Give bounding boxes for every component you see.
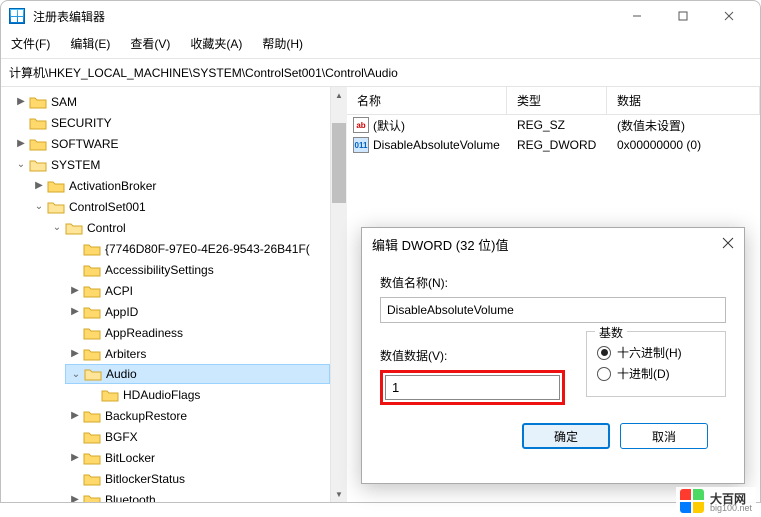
radio-dec[interactable]: 十进制(D) xyxy=(597,365,715,382)
folder-icon xyxy=(47,179,65,193)
chevron-right-icon[interactable]: ▶ xyxy=(69,452,81,463)
tree-item-security[interactable]: SECURITY xyxy=(11,112,330,133)
scrollbar-thumb[interactable] xyxy=(332,123,346,203)
tree-item-acpi[interactable]: ▶ACPI xyxy=(65,280,330,301)
folder-icon xyxy=(29,116,47,130)
tree-item-appreadiness[interactable]: AppReadiness xyxy=(65,322,330,343)
folder-open-icon xyxy=(84,367,102,381)
chevron-right-icon[interactable]: ▶ xyxy=(15,96,27,107)
chevron-right-icon[interactable]: ▶ xyxy=(69,410,81,421)
folder-icon xyxy=(83,326,101,340)
tree-item-system[interactable]: ⌄SYSTEM xyxy=(11,154,330,175)
app-icon xyxy=(9,8,25,24)
chevron-right-icon[interactable]: ▶ xyxy=(69,348,81,359)
tree-item-audio[interactable]: ⌄Audio xyxy=(65,364,330,384)
folder-icon xyxy=(83,263,101,277)
menu-view[interactable]: 查看(V) xyxy=(128,33,172,54)
menu-help[interactable]: 帮助(H) xyxy=(260,33,305,54)
folder-icon xyxy=(83,409,101,423)
list-row[interactable]: ab(默认) REG_SZ (数值未设置) xyxy=(347,115,760,135)
radio-icon xyxy=(597,367,611,381)
value-data-highlight xyxy=(380,370,565,405)
chevron-down-icon[interactable]: ⌄ xyxy=(51,222,63,233)
chevron-right-icon[interactable]: ▶ xyxy=(69,306,81,317)
cancel-button[interactable]: 取消 xyxy=(620,423,708,449)
chevron-down-icon[interactable]: ⌄ xyxy=(33,201,45,212)
tree-item-bitlocker[interactable]: ▶BitLocker xyxy=(65,447,330,468)
tree-item-activationbroker[interactable]: ▶ActivationBroker xyxy=(29,175,330,196)
menu-edit[interactable]: 编辑(E) xyxy=(68,33,112,54)
folder-icon xyxy=(83,242,101,256)
tree-item-hdaudioflags[interactable]: HDAudioFlags xyxy=(83,384,330,405)
base-label: 基数 xyxy=(595,324,627,341)
radio-hex[interactable]: 十六进制(H) xyxy=(597,344,715,361)
chevron-right-icon[interactable]: ▶ xyxy=(15,138,27,149)
chevron-right-icon[interactable]: ▶ xyxy=(33,180,45,191)
column-data[interactable]: 数据 xyxy=(607,87,760,114)
column-name[interactable]: 名称 xyxy=(347,87,507,114)
value-data-input[interactable] xyxy=(385,375,560,400)
minimize-button[interactable] xyxy=(614,1,660,31)
tree-item-control[interactable]: ⌄Control xyxy=(47,217,330,238)
folder-icon xyxy=(83,472,101,486)
chevron-right-icon[interactable]: ▶ xyxy=(69,285,81,296)
tree-item-bgfx[interactable]: BGFX xyxy=(65,426,330,447)
watermark: 大百网 big100.net xyxy=(676,487,756,515)
tree-item-arbiters[interactable]: ▶Arbiters xyxy=(65,343,330,364)
tree-item-sam[interactable]: ▶SAM xyxy=(11,91,330,112)
folder-icon xyxy=(83,284,101,298)
folder-open-icon xyxy=(65,221,83,235)
tree-item-accessibility[interactable]: AccessibilitySettings xyxy=(65,259,330,280)
scroll-down-icon[interactable]: ▼ xyxy=(335,486,343,502)
dword-value-icon: 011 xyxy=(353,137,369,153)
tree-item-guid[interactable]: {7746D80F-97E0-4E26-9543-26B41F( xyxy=(65,238,330,259)
scroll-up-icon[interactable]: ▲ xyxy=(335,87,343,103)
menu-file[interactable]: 文件(F) xyxy=(9,33,52,54)
chevron-down-icon[interactable]: ⌄ xyxy=(15,159,27,170)
chevron-down-icon[interactable]: ⌄ xyxy=(70,369,82,380)
folder-icon xyxy=(29,137,47,151)
dialog-title: 编辑 DWORD (32 位)值 xyxy=(372,235,722,254)
maximize-button[interactable] xyxy=(660,1,706,31)
value-name-input[interactable] xyxy=(380,297,726,323)
chevron-right-icon[interactable]: ▶ xyxy=(69,494,81,502)
string-value-icon: ab xyxy=(353,117,369,133)
ok-button[interactable]: 确定 xyxy=(522,423,610,449)
window-title: 注册表编辑器 xyxy=(33,8,614,25)
folder-icon xyxy=(101,388,119,402)
tree-item-controlset001[interactable]: ⌄ControlSet001 xyxy=(29,196,330,217)
column-type[interactable]: 类型 xyxy=(507,87,607,114)
edit-dword-dialog: 编辑 DWORD (32 位)值 数值名称(N): 数值数据(V): 基数 十六… xyxy=(361,227,745,484)
tree-scrollbar[interactable]: ▲ ▼ xyxy=(331,87,347,502)
value-data-label: 数值数据(V): xyxy=(380,347,566,364)
tree-item-appid[interactable]: ▶AppID xyxy=(65,301,330,322)
folder-open-icon xyxy=(47,200,65,214)
tree-item-software[interactable]: ▶SOFTWARE xyxy=(11,133,330,154)
folder-icon xyxy=(29,95,47,109)
logo-icon xyxy=(680,489,704,513)
close-icon[interactable] xyxy=(722,237,734,252)
list-row[interactable]: 011DisableAbsoluteVolume REG_DWORD 0x000… xyxy=(347,135,760,155)
address-bar[interactable]: 计算机\HKEY_LOCAL_MACHINE\SYSTEM\ControlSet… xyxy=(9,66,398,80)
folder-icon xyxy=(83,451,101,465)
value-name-label: 数值名称(N): xyxy=(380,274,726,291)
close-button[interactable] xyxy=(706,1,752,31)
list-header: 名称 类型 数据 xyxy=(347,87,760,115)
tree-item-backuprestore[interactable]: ▶BackupRestore xyxy=(65,405,330,426)
radio-icon xyxy=(597,346,611,360)
folder-icon xyxy=(83,493,101,503)
menu-favorites[interactable]: 收藏夹(A) xyxy=(188,33,244,54)
tree-item-bluetooth[interactable]: ▶Bluetooth xyxy=(65,489,330,502)
folder-icon xyxy=(83,430,101,444)
tree-item-bitlockerstatus[interactable]: BitlockerStatus xyxy=(65,468,330,489)
folder-icon xyxy=(83,305,101,319)
folder-open-icon xyxy=(29,158,47,172)
registry-tree[interactable]: ▶SAM SECURITY ▶SOFTWARE ⌄SYSTEM ▶Activat… xyxy=(1,87,331,502)
folder-icon xyxy=(83,347,101,361)
